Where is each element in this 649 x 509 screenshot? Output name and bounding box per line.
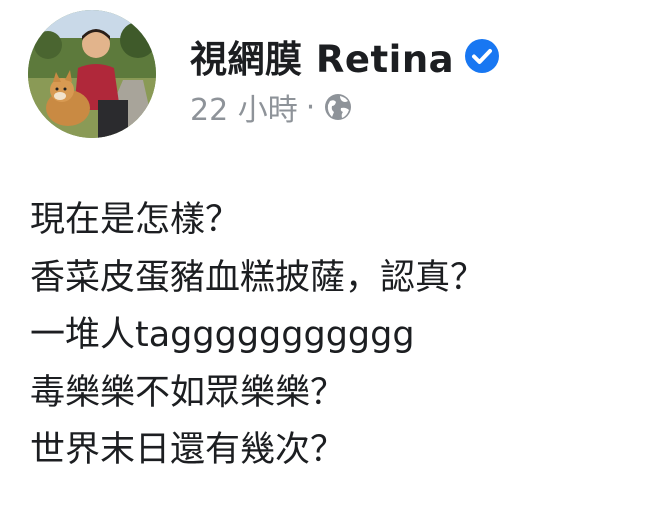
meta-separator: · bbox=[305, 89, 316, 125]
timestamp-link[interactable]: 22 小時 bbox=[190, 85, 298, 129]
avatar[interactable] bbox=[28, 10, 156, 138]
verified-badge-icon bbox=[465, 39, 500, 73]
post-text-line: 現在是怎樣？ bbox=[30, 200, 241, 240]
post-meta: 22 小時 · bbox=[190, 85, 353, 129]
facebook-post: 視網膜 Retina 22 小時 · 現在是怎樣？ 香菜皮蛋豬血糕披薩，認真？ … bbox=[0, 0, 649, 509]
post-header: 視網膜 Retina bbox=[190, 30, 500, 82]
avatar-photo-icon bbox=[28, 10, 156, 138]
post-text-line: 一堆人taggggggggggg bbox=[30, 315, 415, 355]
post-text-line: 香菜皮蛋豬血糕披薩，認真？ bbox=[30, 257, 486, 298]
post-text-line: 世界末日還有幾次？ bbox=[30, 430, 346, 470]
post-text-line: 毒樂樂不如眾樂樂？ bbox=[30, 372, 346, 413]
globe-icon[interactable] bbox=[323, 92, 353, 122]
page-name-link[interactable]: 視網膜 Retina bbox=[190, 29, 454, 83]
post-text: 現在是怎樣？ 香菜皮蛋豬血糕披薩，認真？ 一堆人taggggggggggg 毒樂… bbox=[30, 192, 630, 480]
